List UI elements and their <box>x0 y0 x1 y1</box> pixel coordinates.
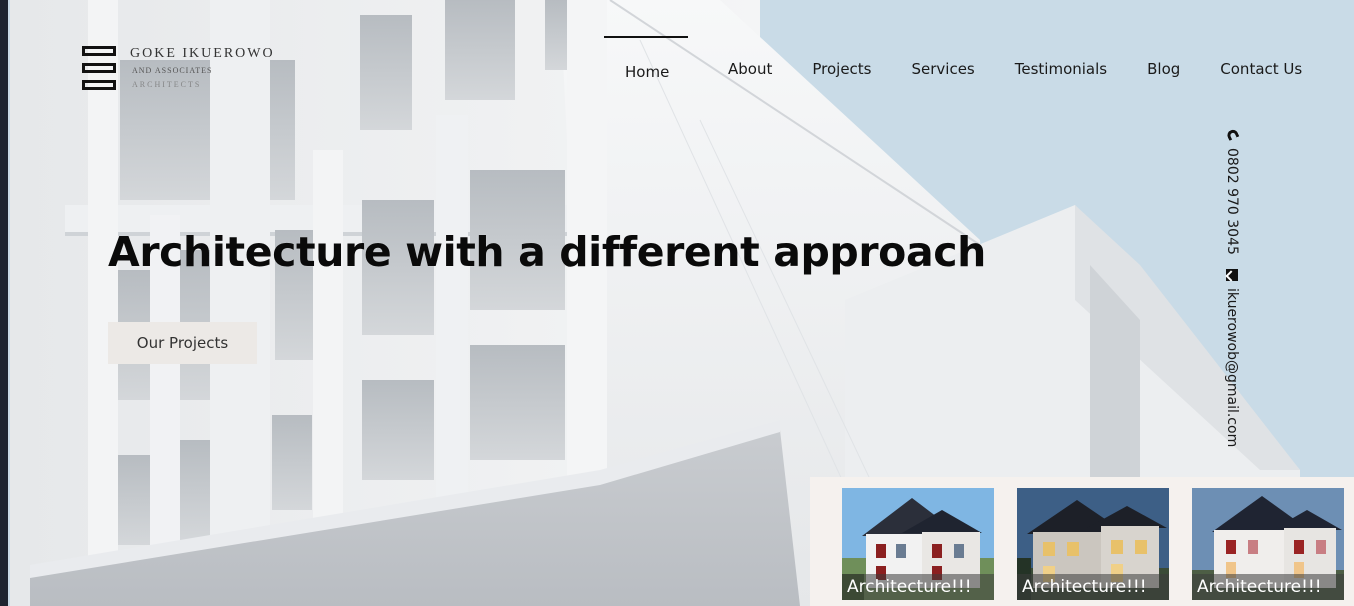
nav-blog[interactable]: Blog <box>1147 36 1180 78</box>
contact-info-vertical: 0802 970 3045 ikuerowob@gmail.com <box>1218 128 1244 458</box>
nav-contact-us[interactable]: Contact Us <box>1220 36 1302 78</box>
projects-preview-panel: Architecture!!! Architecture!!! Architec… <box>810 477 1354 606</box>
contact-phone[interactable]: 0802 970 3045 <box>1224 128 1240 255</box>
our-projects-button[interactable]: Our Projects <box>108 322 257 364</box>
nav-services[interactable]: Services <box>912 36 975 78</box>
contact-email[interactable]: ikuerowob@gmail.com <box>1224 268 1240 447</box>
logo-bars-icon <box>82 44 122 96</box>
nav-about[interactable]: About <box>728 36 772 78</box>
project-card[interactable]: Architecture!!! <box>842 488 994 600</box>
hero-headline: Architecture with a different approach <box>108 228 986 276</box>
logo-name: GOKE IKUEROWO <box>130 46 275 61</box>
contact-email-text: ikuerowob@gmail.com <box>1224 288 1240 448</box>
nav-projects[interactable]: Projects <box>812 36 871 78</box>
nav-testimonials[interactable]: Testimonials <box>1015 36 1107 78</box>
project-card-label: Architecture!!! <box>842 574 994 600</box>
project-card-label: Architecture!!! <box>1192 574 1344 600</box>
logo-subtitle: AND ASSOCIATES <box>132 66 213 75</box>
nav-home[interactable]: Home <box>604 36 688 81</box>
main-nav: Home About Projects Services Testimonial… <box>604 36 1302 86</box>
mail-icon <box>1225 268 1239 282</box>
project-card[interactable]: Architecture!!! <box>1017 488 1169 600</box>
brand-logo[interactable]: GOKE IKUEROWO AND ASSOCIATES ARCHITECTS <box>82 44 312 104</box>
phone-icon <box>1225 128 1239 142</box>
contact-phone-text: 0802 970 3045 <box>1224 148 1240 255</box>
logo-tagline: ARCHITECTS <box>132 80 202 89</box>
project-card-label: Architecture!!! <box>1017 574 1169 600</box>
project-card[interactable]: Architecture!!! <box>1192 488 1344 600</box>
page-left-edge <box>0 0 8 606</box>
